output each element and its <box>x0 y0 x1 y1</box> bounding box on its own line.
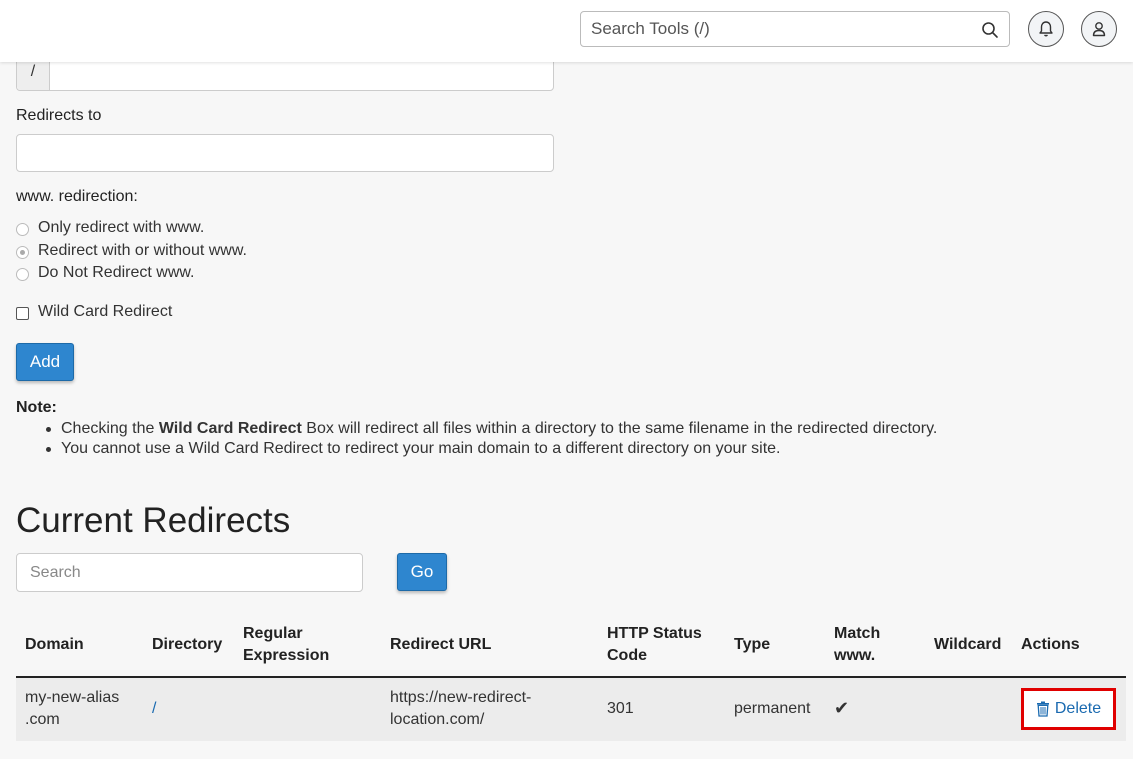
wildcard-option[interactable]: Wild Card Redirect <box>16 303 172 321</box>
top-bar <box>0 0 1133 62</box>
header-type[interactable]: Type <box>734 634 770 656</box>
www-redirection-label: www. redirection: <box>16 188 138 205</box>
delete-button[interactable]: Delete <box>1036 700 1101 718</box>
header-directory[interactable]: Directory <box>152 634 222 656</box>
header-http-status[interactable]: HTTP Status Code <box>607 623 702 667</box>
note-list: Checking the Wild Card Redirect Box will… <box>45 419 938 459</box>
bell-icon <box>1039 21 1053 37</box>
user-menu-button[interactable] <box>1081 11 1117 47</box>
www-option-label: Redirect with or without www. <box>38 242 247 259</box>
cell-type: permanent <box>734 700 811 717</box>
note-title: Note: <box>16 399 57 416</box>
cell-status-code: 301 <box>607 700 634 717</box>
go-button[interactable]: Go <box>397 553 447 591</box>
user-icon <box>1092 22 1106 37</box>
search-tools-input[interactable] <box>581 12 961 46</box>
add-button[interactable]: Add <box>16 343 74 381</box>
current-redirects-title: Current Redirects <box>16 501 291 540</box>
radio-do-not-redirect-www[interactable] <box>16 268 29 281</box>
note-item: Checking the Wild Card Redirect Box will… <box>45 420 938 437</box>
header-regex[interactable]: Regular Expression <box>243 623 329 667</box>
header-actions: Actions <box>1021 636 1080 653</box>
trash-icon <box>1036 701 1049 717</box>
note-item: You cannot use a Wild Card Redirect to r… <box>45 439 937 459</box>
cell-redirect-url: https://new-redirect-location.com/ <box>390 689 532 728</box>
header-wildcard[interactable]: Wildcard <box>934 634 1001 656</box>
cell-directory-link[interactable]: / <box>152 698 156 720</box>
notifications-button[interactable] <box>1028 11 1064 47</box>
www-option-label: Do Not Redirect www. <box>38 264 195 281</box>
redirects-to-label: Redirects to <box>16 107 102 124</box>
www-option-label: Only redirect with www. <box>38 219 205 236</box>
radio-with-or-without-www[interactable] <box>16 246 29 259</box>
wildcard-checkbox[interactable] <box>16 307 29 320</box>
table-row: my-new-alias .com / https://new-redirect-… <box>16 678 1126 741</box>
radio-only-with-www[interactable] <box>16 223 29 236</box>
redirects-table: Domain Directory Regular Expression Redir… <box>16 614 1126 741</box>
header-match-www[interactable]: Match www. <box>834 623 880 667</box>
search-icon[interactable] <box>981 21 999 39</box>
redirects-to-input[interactable] <box>16 134 554 172</box>
wildcard-label: Wild Card Redirect <box>38 303 173 320</box>
search-tools-box[interactable] <box>580 11 1010 47</box>
header-redirect-url[interactable]: Redirect URL <box>390 634 491 656</box>
header-domain[interactable]: Domain <box>25 634 84 656</box>
delete-highlight-box: Delete <box>1021 688 1116 730</box>
table-header: Domain Directory Regular Expression Redir… <box>16 614 1126 678</box>
redirects-search-input[interactable] <box>16 553 363 592</box>
cell-domain: my-new-alias .com <box>25 689 120 728</box>
checkmark-icon: ✔ <box>834 698 850 718</box>
delete-label: Delete <box>1054 700 1102 717</box>
www-option-with-or-without[interactable]: Redirect with or without www. <box>16 242 247 260</box>
www-option-do-not[interactable]: Do Not Redirect www. <box>16 264 195 282</box>
www-option-only-with[interactable]: Only redirect with www. <box>16 219 204 237</box>
